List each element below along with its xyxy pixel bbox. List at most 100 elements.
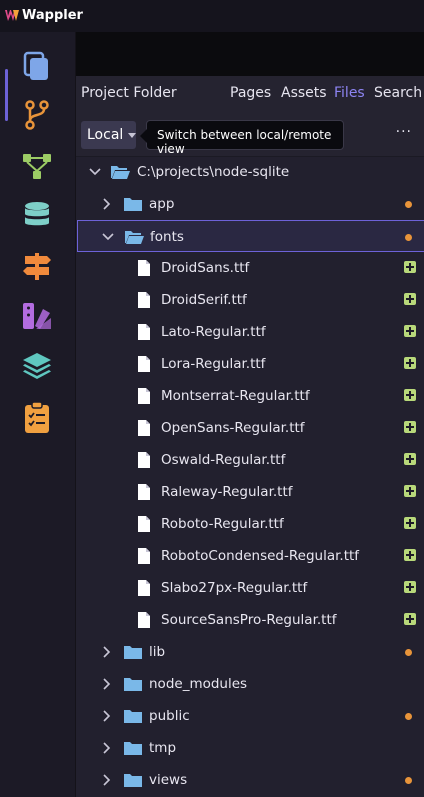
app-title: Wappler	[22, 8, 83, 23]
layers-icon	[23, 353, 51, 379]
tab-assets[interactable]: Assets	[281, 85, 327, 101]
item-label: Lora-Regular.ttf	[161, 356, 266, 372]
folder-icon	[124, 198, 142, 211]
activity-routing[interactable]	[16, 245, 58, 287]
location-label: Local	[87, 127, 124, 143]
activity-design[interactable]	[16, 295, 58, 337]
file-icon	[138, 388, 150, 404]
file-icon	[138, 356, 150, 372]
chevron-down-icon[interactable]	[88, 165, 102, 179]
modified-indicator	[405, 201, 412, 208]
tab-files[interactable]: Files	[334, 85, 365, 101]
tree-file[interactable]: OpenSans-Regular.ttf	[76, 412, 424, 444]
chevron-right-icon[interactable]	[100, 645, 114, 659]
file-icon	[138, 324, 150, 340]
added-status-icon	[404, 485, 416, 497]
activity-bar	[0, 32, 76, 797]
tree-folder-tmp[interactable]: tmp	[76, 732, 424, 764]
chevron-right-icon[interactable]	[100, 677, 114, 691]
item-label: DroidSans.ttf	[161, 260, 250, 276]
item-label: OpenSans-Regular.ttf	[161, 420, 305, 436]
activity-layers[interactable]	[16, 345, 58, 387]
added-status-icon	[404, 389, 416, 401]
tree-file[interactable]: Slabo27px-Regular.ttf	[76, 572, 424, 604]
tree-file[interactable]: DroidSerif.ttf	[76, 284, 424, 316]
tree-root-folder[interactable]: C:\projects\node-sqlite	[76, 156, 424, 188]
more-options-button[interactable]: ···	[396, 124, 412, 140]
modified-indicator	[405, 713, 412, 720]
git-branch-icon	[25, 100, 49, 130]
tree-file[interactable]: RobotoCondensed-Regular.ttf	[76, 540, 424, 572]
panel-title: Project Folder	[81, 85, 177, 101]
wappler-logo-icon	[5, 10, 19, 21]
tree-folder-node-modules[interactable]: node_modules	[76, 668, 424, 700]
folder-open-icon	[111, 166, 130, 179]
modified-indicator	[405, 234, 412, 241]
item-label: app	[149, 196, 175, 212]
tree-file[interactable]: Raleway-Regular.ttf	[76, 476, 424, 508]
item-label: RobotoCondensed-Regular.ttf	[161, 548, 360, 564]
location-dropdown[interactable]: Local	[81, 121, 137, 149]
tree-folder-views[interactable]: views	[76, 764, 424, 796]
tree-file[interactable]: Oswald-Regular.ttf	[76, 444, 424, 476]
folder-icon	[124, 742, 142, 755]
item-label: Roboto-Regular.ttf	[161, 516, 284, 532]
chevron-down-icon	[128, 132, 137, 138]
tree-file[interactable]: SourceSansPro-Regular.ttf	[76, 604, 424, 636]
added-status-icon	[404, 549, 416, 561]
activity-files[interactable]	[16, 45, 58, 87]
file-icon	[138, 612, 150, 628]
signpost-icon	[23, 253, 51, 280]
chevron-right-icon[interactable]	[100, 709, 114, 723]
file-icon	[138, 420, 150, 436]
folder-icon	[124, 646, 142, 659]
file-icon	[138, 292, 150, 308]
folder-open-icon	[125, 231, 144, 244]
added-status-icon	[404, 517, 416, 529]
file-icon	[138, 260, 150, 276]
tab-search[interactable]: Search	[374, 85, 422, 101]
item-label: Slabo27px-Regular.ttf	[161, 580, 308, 596]
tree-folder-lib[interactable]: lib	[76, 636, 424, 668]
tree-file[interactable]: Montserrat-Regular.ttf	[76, 380, 424, 412]
design-palette-icon	[23, 303, 51, 329]
file-icon	[138, 484, 150, 500]
chevron-right-icon[interactable]	[100, 741, 114, 755]
tree-file[interactable]: Lato-Regular.ttf	[76, 316, 424, 348]
added-status-icon	[404, 421, 416, 433]
item-label: Lato-Regular.ttf	[161, 324, 266, 340]
active-indicator	[5, 69, 8, 121]
activity-database[interactable]	[16, 195, 58, 237]
added-status-icon	[404, 261, 416, 273]
added-status-icon	[404, 453, 416, 465]
item-label: SourceSansPro-Regular.ttf	[161, 612, 337, 628]
item-label: fonts	[150, 229, 184, 245]
chevron-right-icon[interactable]	[100, 773, 114, 787]
files-icon	[23, 51, 48, 80]
clipboard-checklist-icon	[25, 401, 49, 433]
item-label: C:\projects\node-sqlite	[137, 164, 290, 180]
chevron-right-icon[interactable]	[100, 197, 114, 211]
activity-workflow[interactable]	[16, 145, 58, 187]
tree-file[interactable]: Roboto-Regular.ttf	[76, 508, 424, 540]
tree-folder-fonts[interactable]: fonts	[77, 220, 424, 252]
activity-git[interactable]	[16, 94, 58, 136]
tree-folder-app[interactable]: app	[76, 188, 424, 220]
item-label: Raleway-Regular.ttf	[161, 484, 293, 500]
editor-header-bar	[76, 32, 424, 76]
activity-tasks[interactable]	[16, 397, 58, 439]
added-status-icon	[404, 293, 416, 305]
tree-file[interactable]: Lora-Regular.ttf	[76, 348, 424, 380]
item-label: tmp	[149, 740, 177, 756]
item-label: views	[149, 772, 188, 788]
tree-file[interactable]: DroidSans.ttf	[76, 252, 424, 284]
folder-icon	[124, 710, 142, 723]
tooltip: Switch between local/remote view	[140, 120, 344, 156]
tab-pages[interactable]: Pages	[230, 85, 271, 101]
workflow-icon	[23, 154, 51, 179]
modified-indicator	[405, 649, 412, 656]
tree-folder-public[interactable]: public	[76, 700, 424, 732]
file-icon	[138, 548, 150, 564]
file-icon	[138, 580, 150, 596]
chevron-down-icon[interactable]	[101, 230, 115, 244]
